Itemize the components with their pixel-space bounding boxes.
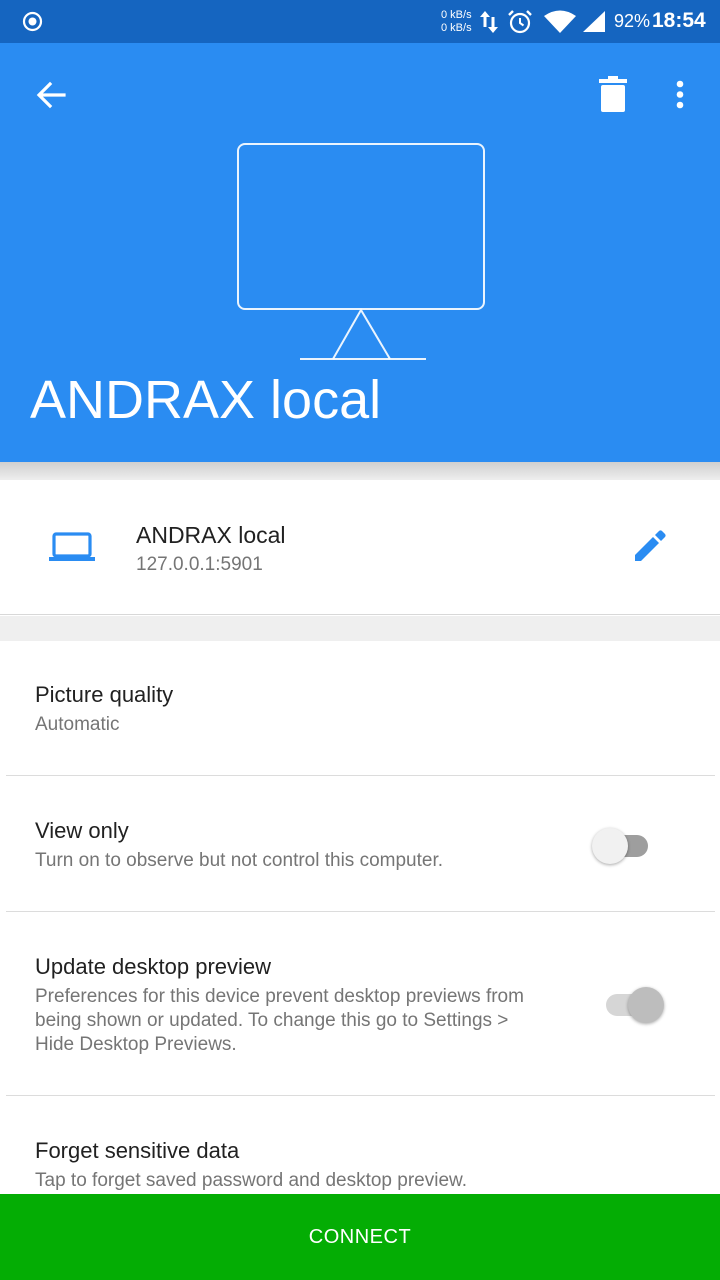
connect-button[interactable]: CONNECT	[0, 1194, 720, 1280]
setting-picture-quality[interactable]: Picture quality Automatic	[0, 641, 720, 776]
page-title: ANDRAX local	[30, 370, 382, 430]
setting-subtitle: Tap to forget saved password and desktop…	[35, 1170, 467, 1191]
setting-subtitle-line-3: Hide Desktop Previews.	[35, 1034, 237, 1055]
toggle-thumb	[628, 987, 664, 1023]
net-up-text: 0 kB/s	[441, 9, 472, 21]
setting-title: Update desktop preview	[35, 954, 272, 979]
data-arrows-icon	[480, 11, 498, 33]
setting-title: View only	[35, 818, 129, 843]
setting-forget-sensitive-data[interactable]: Forget sensitive data Tap to forget save…	[0, 1096, 720, 1194]
back-arrow-icon[interactable]	[30, 73, 74, 117]
header-divider	[0, 462, 720, 480]
clock: 18:54	[652, 9, 706, 32]
more-vert-icon[interactable]	[664, 73, 696, 117]
view-only-toggle[interactable]	[592, 824, 656, 864]
setting-view-only[interactable]: View only Turn on to observe but not con…	[0, 776, 720, 912]
net-down-text: 0 kB/s	[441, 22, 472, 34]
update-preview-toggle[interactable]	[600, 983, 664, 1023]
setting-subtitle: Automatic	[35, 714, 120, 735]
setting-subtitle-line-2: being shown or updated. To change this g…	[35, 1010, 509, 1031]
setting-title: Picture quality	[35, 682, 174, 707]
delete-icon[interactable]	[593, 73, 633, 117]
section-separator	[0, 616, 720, 641]
toggle-thumb	[592, 828, 628, 864]
header: ANDRAX local	[0, 43, 720, 462]
setting-subtitle-line-1: Preferences for this device prevent desk…	[35, 986, 524, 1007]
network-speed: 0 kB/s 0 kB/s	[441, 9, 472, 35]
device-address: 127.0.0.1:5901	[136, 554, 263, 575]
monitor-icon	[237, 143, 485, 360]
signal-icon	[583, 11, 605, 32]
settings-list: Picture quality Automatic View only Turn…	[0, 641, 720, 1194]
device-name: ANDRAX local	[136, 522, 286, 548]
alarm-icon	[508, 10, 532, 34]
laptop-icon	[49, 532, 95, 561]
device-card[interactable]: ANDRAX local 127.0.0.1:5901	[0, 480, 720, 615]
setting-subtitle: Turn on to observe but not control this …	[35, 850, 444, 871]
wifi-icon	[544, 10, 576, 33]
setting-update-desktop-preview[interactable]: Update desktop preview Preferences for t…	[0, 912, 720, 1096]
edit-pencil-icon[interactable]	[628, 524, 672, 568]
record-icon	[22, 11, 43, 32]
status-bar: 0 kB/s 0 kB/s 92% 18:54	[0, 0, 720, 43]
battery-percent: 92%	[614, 11, 651, 31]
setting-title: Forget sensitive data	[35, 1138, 240, 1163]
